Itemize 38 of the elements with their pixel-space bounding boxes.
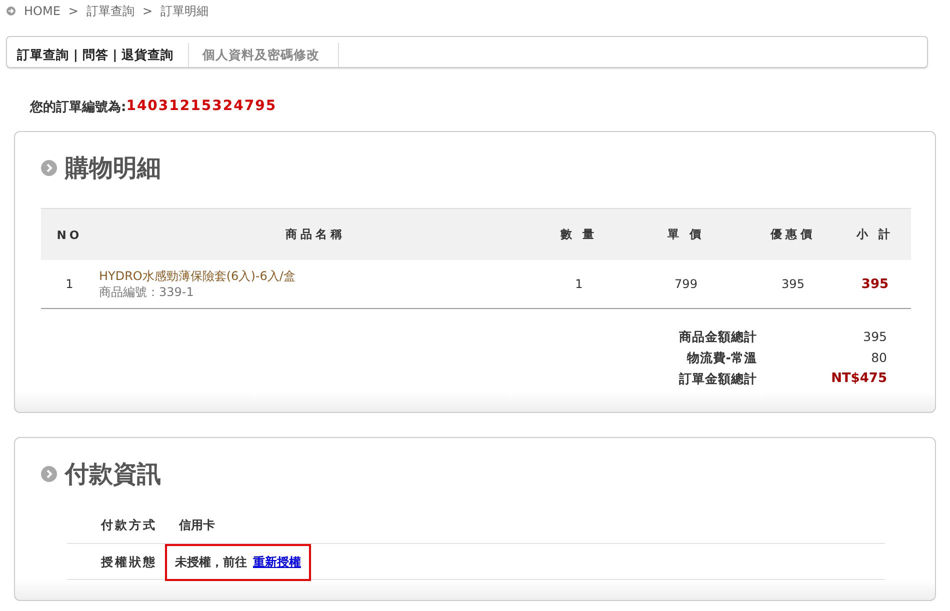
table-cell: 395 xyxy=(782,277,804,291)
section-title: 付款資訊 xyxy=(65,459,161,490)
column-header: 單 價 xyxy=(625,208,747,260)
column-header: 商品名稱 xyxy=(98,208,533,260)
total-value: NT$475 xyxy=(830,371,887,388)
chevron-icon xyxy=(41,160,57,176)
field-label: 授權狀態 xyxy=(100,554,158,571)
field-label: 付款方式 xyxy=(100,517,158,534)
table-cell: 799 xyxy=(674,277,698,291)
breadcrumb-link[interactable]: 訂單明細 xyxy=(160,2,209,20)
arrow-icon xyxy=(6,6,16,16)
total-label: 物流費-常溫 xyxy=(686,350,757,367)
breadcrumb-link[interactable]: HOME xyxy=(24,4,60,18)
chevron-icon xyxy=(41,466,57,482)
breadcrumb-separator: > xyxy=(68,4,78,18)
product-link[interactable]: HYDRO水感勁薄保險套(6入)-6入/盒 xyxy=(99,268,532,284)
breadcrumb-link[interactable]: 訂單查詢 xyxy=(86,2,134,20)
section-title: 購物明細 xyxy=(65,153,161,184)
column-header: 優惠價 xyxy=(747,208,839,260)
total-label: 訂單金額總計 xyxy=(679,371,757,388)
column-header: 小 計 xyxy=(839,208,911,260)
order-number: 14031215324795 xyxy=(126,98,277,116)
field-value: 未授權，前往 xyxy=(175,554,247,571)
table-cell: 1 xyxy=(66,277,74,291)
total-value: 80 xyxy=(870,350,887,367)
order-number-label: 您的訂單編號為: xyxy=(30,99,126,116)
total-label: 商品金額總計 xyxy=(679,329,757,346)
tab[interactable]: 個人資料及密碼修改 xyxy=(188,43,339,67)
breadcrumb-separator: > xyxy=(142,4,153,18)
product-code: 商品編號：339-1 xyxy=(99,284,195,300)
reauthorize-link[interactable]: 重新授權 xyxy=(253,554,301,571)
column-header: 數 量 xyxy=(533,208,625,260)
total-value: 395 xyxy=(862,329,887,346)
column-header: NO xyxy=(41,208,98,260)
field-value: 信用卡 xyxy=(179,517,215,534)
table-cell: 395 xyxy=(861,276,889,292)
tab[interactable]: 訂單查詢 | 問答 | 退貨查詢 xyxy=(7,43,189,67)
table-cell: 1 xyxy=(575,277,583,291)
